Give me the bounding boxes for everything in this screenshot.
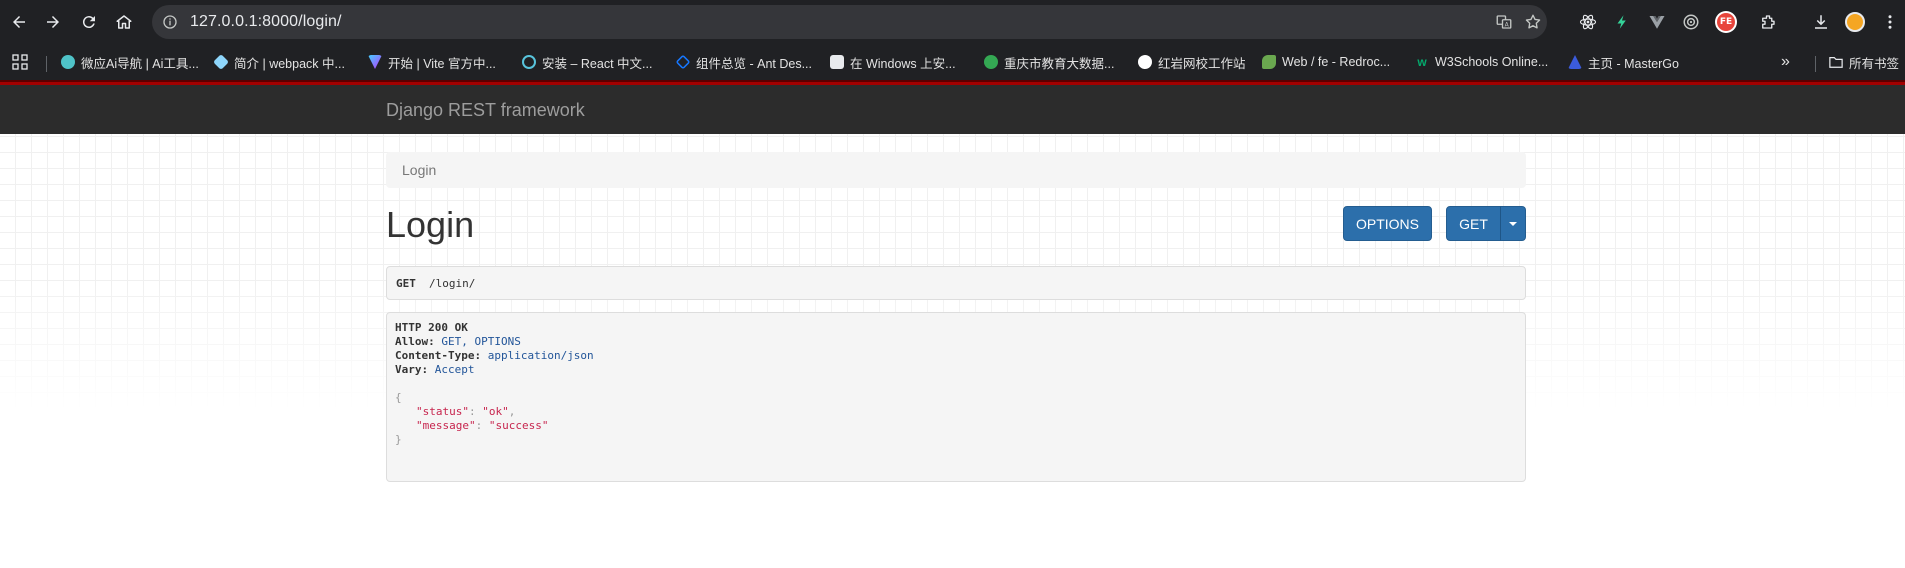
site-info-icon[interactable]	[162, 14, 178, 30]
react-devtools-icon[interactable]	[1577, 11, 1599, 33]
response-status-line: HTTP 200 OK	[395, 321, 468, 334]
bookmark-item[interactable]: 安装 – React 中文...	[522, 52, 652, 72]
forward-arrow-icon	[47, 16, 59, 28]
response-header-vary: Vary: Accept	[395, 363, 475, 376]
box-icon	[830, 55, 844, 69]
target-extension-icon[interactable]	[1680, 11, 1702, 33]
extensions-puzzle-icon[interactable]	[1757, 11, 1779, 33]
lightning-extension-icon[interactable]	[1611, 11, 1633, 33]
fe-extension-icon[interactable]: FE	[1715, 11, 1737, 33]
bookmark-favicon-icon	[61, 55, 75, 69]
json-open-brace: {	[395, 391, 402, 404]
response-header-content-type: Content-Type: application/json	[395, 349, 594, 362]
response-header-allow: Allow: GET, OPTIONS	[395, 335, 521, 348]
bookmark-item[interactable]: w W3Schools Online...	[1415, 52, 1548, 72]
caret-down-icon	[1509, 221, 1517, 226]
reload-icon	[82, 16, 95, 29]
request-method: GET	[396, 277, 416, 290]
bookmark-item[interactable]: 重庆市教育大数据...	[984, 52, 1114, 72]
forward-button[interactable]	[41, 10, 65, 34]
bookmark-item[interactable]: 主页 - MasterGo	[1568, 52, 1679, 72]
home-icon	[116, 15, 132, 29]
page-content: Django REST framework Login Login OPTION…	[0, 80, 1905, 568]
json-field-message: "message": "success"	[416, 419, 549, 432]
home-button[interactable]	[112, 10, 136, 34]
back-button[interactable]	[7, 10, 31, 34]
url-text[interactable]: 127.0.0.1:8000/login/	[190, 13, 342, 31]
bookmark-separator	[1815, 56, 1816, 72]
drf-navbar: Django REST framework	[0, 80, 1905, 134]
redrock-icon	[1262, 55, 1276, 69]
bookmarks-bar: 微应Ai导航 | Ai工具... 简介 | webpack 中... 开始 | …	[0, 44, 1905, 80]
bookmark-item[interactable]: 开始 | Vite 官方中...	[368, 52, 496, 72]
github-icon	[1138, 55, 1152, 69]
education-icon	[984, 55, 998, 69]
get-button[interactable]: GET	[1446, 206, 1501, 241]
json-field-status: "status": "ok",	[416, 405, 516, 418]
mastergo-icon	[1568, 55, 1582, 69]
bookmark-item[interactable]: 组件总览 - Ant Des...	[675, 52, 812, 72]
bookmark-item[interactable]: 红岩网校工作站	[1138, 52, 1246, 72]
page-title: Login	[386, 204, 475, 245]
bookmark-item[interactable]: 简介 | webpack 中...	[213, 52, 345, 72]
request-path: /login/	[429, 277, 476, 290]
breadcrumb: Login	[386, 152, 1526, 188]
more-bookmarks-chevron-icon[interactable]: »	[1781, 52, 1790, 72]
react-icon	[522, 55, 536, 69]
bookmark-item[interactable]: Web / fe - Redroc...	[1262, 52, 1390, 72]
folder-icon	[1829, 57, 1843, 68]
drf-brand-link[interactable]: Django REST framework	[386, 100, 585, 121]
w3schools-icon: w	[1417, 55, 1427, 69]
bookmark-item[interactable]: 微应Ai导航 | Ai工具...	[61, 52, 199, 72]
profile-avatar-icon[interactable]	[1844, 11, 1866, 33]
bookmark-separator	[46, 56, 47, 72]
request-info: GET /login/	[386, 266, 1526, 300]
vue-devtools-icon[interactable]	[1646, 11, 1668, 33]
options-button[interactable]: OPTIONS	[1343, 206, 1432, 241]
get-format-dropdown-toggle[interactable]	[1500, 206, 1526, 241]
back-arrow-icon	[13, 16, 25, 28]
all-bookmarks-folder[interactable]: 所有书签	[1829, 52, 1899, 72]
vite-icon	[368, 55, 382, 69]
navbar-top-stripe	[0, 80, 1905, 82]
downloads-icon[interactable]	[1810, 11, 1832, 33]
apps-grid-icon[interactable]	[12, 54, 28, 70]
webpack-cube-icon	[213, 54, 229, 70]
ant-design-icon	[675, 54, 691, 70]
json-close-brace: }	[395, 433, 402, 446]
translate-icon[interactable]: A	[1495, 13, 1513, 31]
bookmark-star-icon[interactable]	[1524, 13, 1542, 31]
browser-toolbar: 127.0.0.1:8000/login/ A FE	[0, 0, 1905, 44]
bookmark-item[interactable]: 在 Windows 上安...	[830, 52, 956, 72]
response-info: HTTP 200 OK Allow: GET, OPTIONS Content-…	[386, 312, 1526, 482]
breadcrumb-item-login[interactable]: Login	[402, 162, 436, 178]
address-bar[interactable]: 127.0.0.1:8000/login/ A	[152, 5, 1547, 39]
reload-button[interactable]	[77, 10, 101, 34]
fe-badge: FE	[1717, 13, 1735, 31]
browser-menu-icon[interactable]	[1879, 11, 1901, 33]
